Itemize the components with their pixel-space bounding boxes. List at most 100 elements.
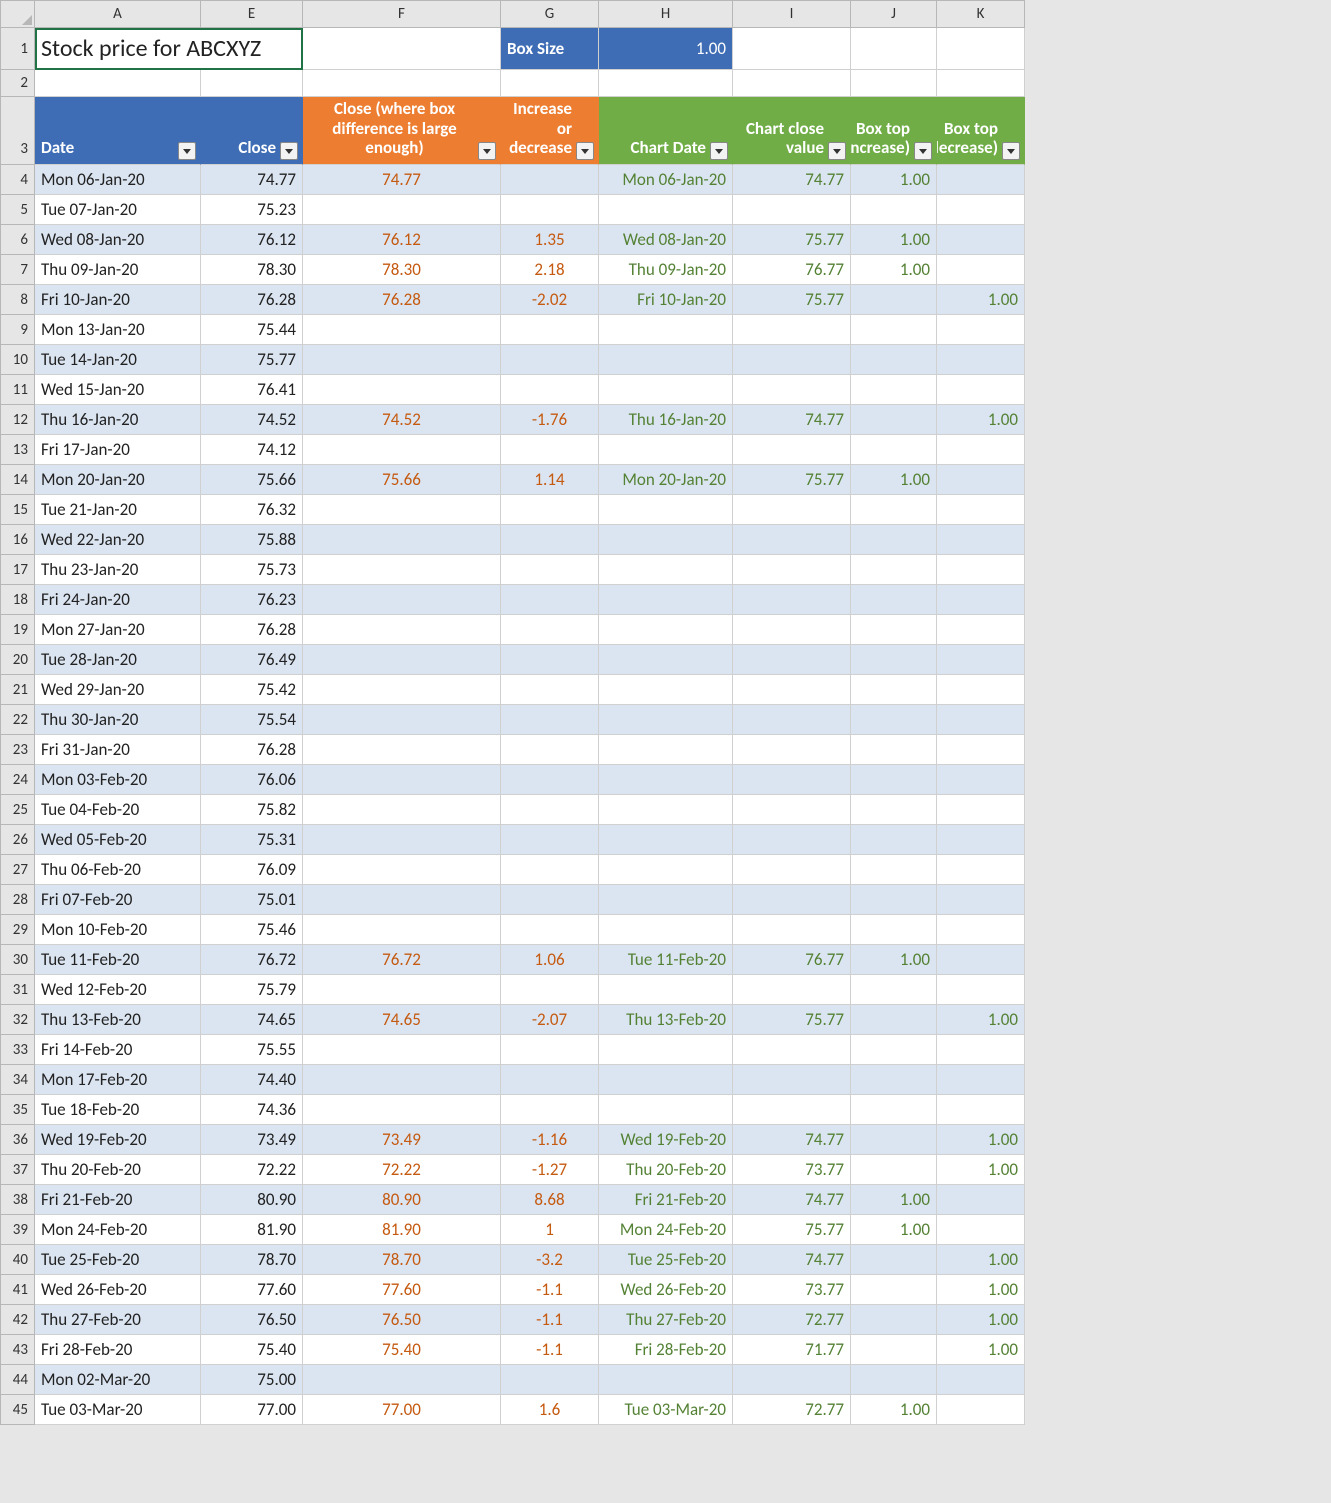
row-header-30[interactable]: 30 xyxy=(1,945,35,975)
cell-box-dec[interactable] xyxy=(937,1065,1025,1095)
cell-close[interactable]: 76.23 xyxy=(201,585,303,615)
cell-date[interactable]: Mon 27-Jan-20 xyxy=(35,615,201,645)
cell-box-inc[interactable] xyxy=(851,495,937,525)
cell-box-inc[interactable] xyxy=(851,1365,937,1395)
cell-close-diff[interactable] xyxy=(303,1365,501,1395)
cell-close[interactable]: 81.90 xyxy=(201,1215,303,1245)
cell-box-inc[interactable] xyxy=(851,585,937,615)
row-header-41[interactable]: 41 xyxy=(1,1275,35,1305)
cell-chart-close[interactable] xyxy=(733,525,851,555)
cell-box-dec[interactable]: 1.00 xyxy=(937,1005,1025,1035)
cell-close[interactable]: 75.66 xyxy=(201,465,303,495)
cell-close-diff[interactable] xyxy=(303,1095,501,1125)
cell-chart-date[interactable]: Thu 16-Jan-20 xyxy=(599,405,733,435)
col-header-H[interactable]: H xyxy=(599,1,733,28)
cell-incdec[interactable]: -2.07 xyxy=(501,1005,599,1035)
cell-chart-date[interactable]: Thu 27-Feb-20 xyxy=(599,1305,733,1335)
cell-date[interactable]: Fri 24-Jan-20 xyxy=(35,585,201,615)
cell-box-inc[interactable] xyxy=(851,1305,937,1335)
cell-close-diff[interactable] xyxy=(303,525,501,555)
cell-close-diff[interactable]: 78.30 xyxy=(303,255,501,285)
cell-chart-date[interactable] xyxy=(599,375,733,405)
cell-incdec[interactable]: -3.2 xyxy=(501,1245,599,1275)
row-header-36[interactable]: 36 xyxy=(1,1125,35,1155)
cell-chart-close[interactable] xyxy=(733,735,851,765)
cell-date[interactable]: Wed 19-Feb-20 xyxy=(35,1125,201,1155)
cell-chart-close[interactable] xyxy=(733,585,851,615)
cell-date[interactable]: Fri 31-Jan-20 xyxy=(35,735,201,765)
cell-incdec[interactable] xyxy=(501,435,599,465)
cell-close-diff[interactable] xyxy=(303,345,501,375)
filter-icon[interactable] xyxy=(914,142,932,160)
cell-chart-close[interactable] xyxy=(733,825,851,855)
cell-chart-date[interactable]: Tue 11-Feb-20 xyxy=(599,945,733,975)
cell-close[interactable]: 75.44 xyxy=(201,315,303,345)
cell-chart-close[interactable] xyxy=(733,675,851,705)
cell-box-dec[interactable] xyxy=(937,1215,1025,1245)
cell-K2[interactable] xyxy=(937,70,1025,97)
filter-icon[interactable] xyxy=(478,142,496,160)
box-size-value[interactable]: 1.00 xyxy=(599,28,733,70)
cell-chart-date[interactable]: Mon 20-Jan-20 xyxy=(599,465,733,495)
cell-box-dec[interactable] xyxy=(937,585,1025,615)
cell-chart-close[interactable]: 76.77 xyxy=(733,255,851,285)
cell-chart-date[interactable] xyxy=(599,555,733,585)
cell-incdec[interactable]: -1.16 xyxy=(501,1125,599,1155)
cell-incdec[interactable] xyxy=(501,885,599,915)
cell-date[interactable]: Thu 23-Jan-20 xyxy=(35,555,201,585)
cell-box-inc[interactable] xyxy=(851,1245,937,1275)
row-header-44[interactable]: 44 xyxy=(1,1365,35,1395)
cell-box-dec[interactable] xyxy=(937,915,1025,945)
cell-incdec[interactable]: -1.1 xyxy=(501,1275,599,1305)
cell-I2[interactable] xyxy=(733,70,851,97)
cell-incdec[interactable] xyxy=(501,1035,599,1065)
row-header-32[interactable]: 32 xyxy=(1,1005,35,1035)
cell-close[interactable]: 76.12 xyxy=(201,225,303,255)
cell-box-inc[interactable]: 1.00 xyxy=(851,1215,937,1245)
cell-close[interactable]: 76.41 xyxy=(201,375,303,405)
cell-chart-close[interactable] xyxy=(733,555,851,585)
cell-close[interactable]: 77.60 xyxy=(201,1275,303,1305)
cell-box-dec[interactable] xyxy=(937,855,1025,885)
cell-close[interactable]: 75.01 xyxy=(201,885,303,915)
cell-incdec[interactable] xyxy=(501,975,599,1005)
cell-incdec[interactable]: 1 xyxy=(501,1215,599,1245)
row-header-15[interactable]: 15 xyxy=(1,495,35,525)
cell-chart-close[interactable] xyxy=(733,705,851,735)
cell-incdec[interactable]: -1.76 xyxy=(501,405,599,435)
cell-chart-close[interactable]: 72.77 xyxy=(733,1395,851,1425)
cell-G2[interactable] xyxy=(501,70,599,97)
cell-chart-date[interactable] xyxy=(599,615,733,645)
cell-chart-close[interactable] xyxy=(733,375,851,405)
cell-close-diff[interactable]: 72.22 xyxy=(303,1155,501,1185)
cell-incdec[interactable]: -2.02 xyxy=(501,285,599,315)
cell-date[interactable]: Tue 11-Feb-20 xyxy=(35,945,201,975)
cell-incdec[interactable] xyxy=(501,585,599,615)
header-box-dec[interactable]: Box top (decrease) xyxy=(937,97,1025,165)
cell-chart-close[interactable]: 75.77 xyxy=(733,1005,851,1035)
cell-chart-date[interactable]: Mon 06-Jan-20 xyxy=(599,165,733,195)
cell-chart-date[interactable] xyxy=(599,795,733,825)
cell-box-inc[interactable]: 1.00 xyxy=(851,1185,937,1215)
cell-close-diff[interactable] xyxy=(303,705,501,735)
cell-close-diff[interactable] xyxy=(303,825,501,855)
cell-incdec[interactable] xyxy=(501,195,599,225)
cell-close-diff[interactable] xyxy=(303,795,501,825)
cell-box-inc[interactable]: 1.00 xyxy=(851,225,937,255)
cell-box-inc[interactable] xyxy=(851,885,937,915)
cell-close[interactable]: 75.54 xyxy=(201,705,303,735)
cell-chart-close[interactable]: 74.77 xyxy=(733,1185,851,1215)
cell-box-dec[interactable] xyxy=(937,465,1025,495)
cell-incdec[interactable]: 1.14 xyxy=(501,465,599,495)
cell-date[interactable]: Fri 28-Feb-20 xyxy=(35,1335,201,1365)
cell-box-inc[interactable]: 1.00 xyxy=(851,465,937,495)
cell-box-inc[interactable] xyxy=(851,735,937,765)
cell-chart-close[interactable] xyxy=(733,915,851,945)
cell-close-diff[interactable]: 75.40 xyxy=(303,1335,501,1365)
cell-box-dec[interactable]: 1.00 xyxy=(937,405,1025,435)
row-header-28[interactable]: 28 xyxy=(1,885,35,915)
row-header-6[interactable]: 6 xyxy=(1,225,35,255)
cell-incdec[interactable] xyxy=(501,165,599,195)
row-header-3[interactable]: 3 xyxy=(1,97,35,165)
cell-J2[interactable] xyxy=(851,70,937,97)
